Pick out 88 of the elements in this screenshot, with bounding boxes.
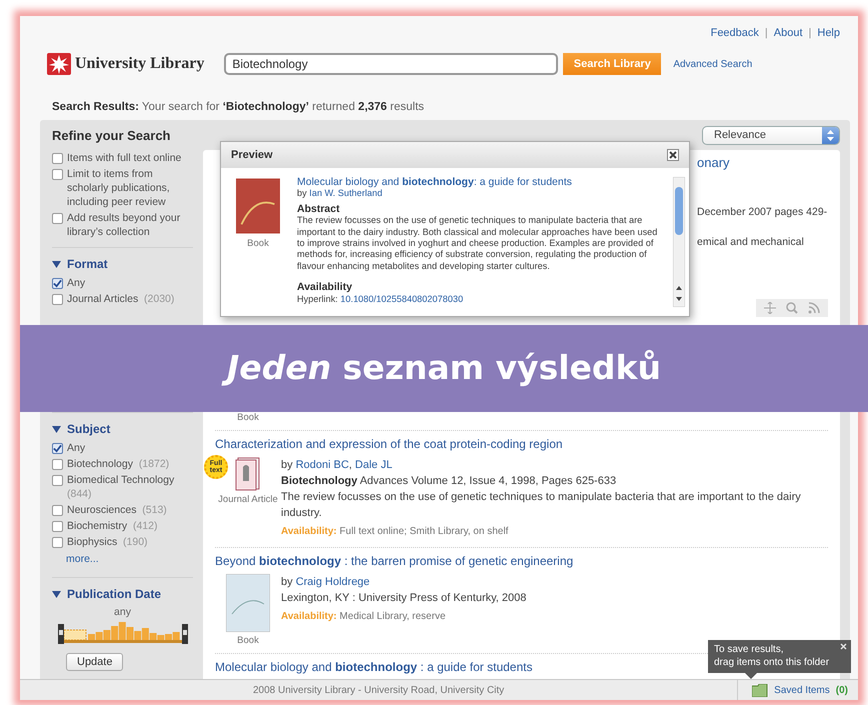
- advanced-search-link[interactable]: Advanced Search: [673, 58, 752, 70]
- header-link[interactable]: About: [774, 27, 803, 39]
- description-text: The review focusses on the use of genetic techniques to manipulate bacteria that are important to the dairy industry.: [281, 490, 802, 521]
- checkbox[interactable]: [52, 459, 63, 470]
- header-link[interactable]: Feedback: [710, 27, 759, 39]
- feed-icon[interactable]: [808, 302, 820, 314]
- close-button[interactable]: [667, 149, 679, 161]
- caret-icon[interactable]: [52, 424, 61, 434]
- saved-items-link[interactable]: Saved Items (0): [737, 680, 858, 700]
- format-label: Journal Article: [218, 494, 278, 505]
- caret-icon[interactable]: [52, 260, 61, 268]
- footer-text: 2008 University Library - University Road, University City: [252, 684, 506, 696]
- facet-option[interactable]: Biotechnology (1872): [67, 457, 170, 471]
- checkbox[interactable]: [52, 443, 63, 454]
- search-icon[interactable]: [786, 302, 798, 314]
- author-link[interactable]: Craig Holdrege: [296, 576, 370, 588]
- result-text: December 2007 pages 429-: [697, 206, 828, 218]
- banner-caption: Jeden seznam výsledků: [221, 346, 667, 391]
- popup-title: Preview: [231, 149, 273, 161]
- doi-link[interactable]: 10.1080/10255840802078030: [340, 294, 464, 304]
- logo-text: University Library: [75, 55, 204, 73]
- hyperlink-line: Hyperlink: 10.1080/10255840802078030: [297, 294, 464, 306]
- facet-title[interactable]: Publication Date: [67, 587, 162, 601]
- result-title-link[interactable]: onary: [697, 155, 828, 170]
- checkbox[interactable]: [52, 153, 63, 164]
- abstract-heading: Abstract: [297, 204, 341, 216]
- author-link[interactable]: Ian W. Sutherland: [309, 188, 382, 198]
- author-line: by Ian W. Sutherland: [297, 188, 384, 200]
- results-summary: Search Results: Your search for ‘Biotechnology’ returned 2,376 results: [52, 101, 426, 113]
- facet-title[interactable]: Format: [67, 257, 108, 271]
- result-title-link[interactable]: Beyond biotechnology : the barren promise of genetic engineering: [215, 554, 574, 568]
- option-label[interactable]: Limit to items from scholarly publications, including peer review: [67, 167, 193, 209]
- link-separator: |: [764, 27, 768, 39]
- range-handle[interactable]: [58, 624, 64, 644]
- scrollbar[interactable]: [673, 177, 685, 307]
- journal-icon: [235, 457, 261, 491]
- close-icon[interactable]: [840, 643, 847, 650]
- facet-option[interactable]: Any: [67, 276, 86, 290]
- book-cover-placeholder: [226, 574, 270, 632]
- checkbox[interactable]: [52, 294, 63, 305]
- checkbox[interactable]: [52, 169, 63, 180]
- caret-icon[interactable]: [52, 590, 61, 598]
- sort-dropdown[interactable]: Relevance: [702, 126, 840, 144]
- checkbox[interactable]: [52, 521, 63, 532]
- author-link[interactable]: Dale JL: [355, 459, 392, 471]
- checkbox[interactable]: [52, 475, 63, 486]
- search-field[interactable]: Biotechnology: [224, 53, 558, 75]
- checkbox[interactable]: [52, 505, 63, 516]
- availability-text: Availability: Medical Library, reserve: [281, 610, 447, 624]
- author-line: by Rodoni BC, Dale JL: [281, 458, 394, 473]
- link-separator: |: [808, 27, 812, 39]
- stepper-arrows-icon: [827, 130, 834, 140]
- facet-option[interactable]: Any: [67, 441, 86, 455]
- availability-heading: Availability: [297, 282, 354, 294]
- format-label: Book: [237, 412, 259, 423]
- result-title-link[interactable]: Molecular biology and biotechnology : a guide for students: [215, 660, 532, 674]
- date-range-text: any: [113, 606, 132, 618]
- format-label: Book: [237, 635, 259, 646]
- star-logo-icon: [47, 53, 71, 75]
- checkbox[interactable]: [52, 213, 63, 224]
- author-link[interactable]: Rodoni BC: [296, 459, 349, 471]
- book-cover-placeholder: [236, 177, 280, 235]
- abstract-text: The review focusses on the use of genetic techniques to manipulate bacteria that are important to the dairy industry. Both classical and molecular approaches have been used to improve strains involved in yoghurt and cheese production. Examples are provided of methods for, increasing efficiency of substrate conversion, regulating the production of flavour enhancing metabolites and developing starter cultures.: [297, 215, 658, 272]
- range-handle[interactable]: [182, 624, 188, 644]
- author-line: by Craig Holdrege: [281, 575, 371, 590]
- facet-option[interactable]: Biomedical Technology (844): [67, 473, 193, 501]
- facet-option[interactable]: Biochemistry (412): [67, 519, 158, 533]
- facet-option[interactable]: Neurosciences (513): [67, 503, 167, 517]
- option-label[interactable]: Add results beyond your library’s collection: [67, 211, 193, 239]
- facet-option[interactable]: Biophysics (190): [67, 535, 148, 549]
- result-text: emical and mechanical: [697, 236, 805, 248]
- facet-title[interactable]: Subject: [67, 422, 110, 436]
- checkbox[interactable]: [52, 537, 63, 548]
- update-button[interactable]: Update: [66, 653, 124, 671]
- result-title-link[interactable]: Characterization and expression of the coat protein-coding region: [215, 437, 563, 451]
- source-text: Lexington, KY : University Press of Kenturky, 2008: [281, 591, 528, 606]
- source-text: Biotechnology Advances Volume 12, Issue 4, 1998, Pages 625-633: [281, 474, 618, 489]
- checkbox[interactable]: [52, 278, 63, 289]
- folder-icon: [752, 684, 768, 696]
- preview-title-link[interactable]: Molecular biology and biotechnology: a guide for students: [297, 176, 572, 188]
- facet-option[interactable]: Journal Articles (2030): [67, 292, 174, 306]
- sidebar-title: Refine your Search: [52, 128, 172, 143]
- format-label: Book: [247, 238, 269, 249]
- option-label[interactable]: Items with full text online: [67, 151, 182, 165]
- move-icon[interactable]: [764, 302, 776, 314]
- availability-text: Availability: Full text online; Smith Library, on shelf: [281, 525, 510, 539]
- header-link[interactable]: Help: [817, 27, 840, 39]
- more-link[interactable]: more...: [66, 553, 99, 565]
